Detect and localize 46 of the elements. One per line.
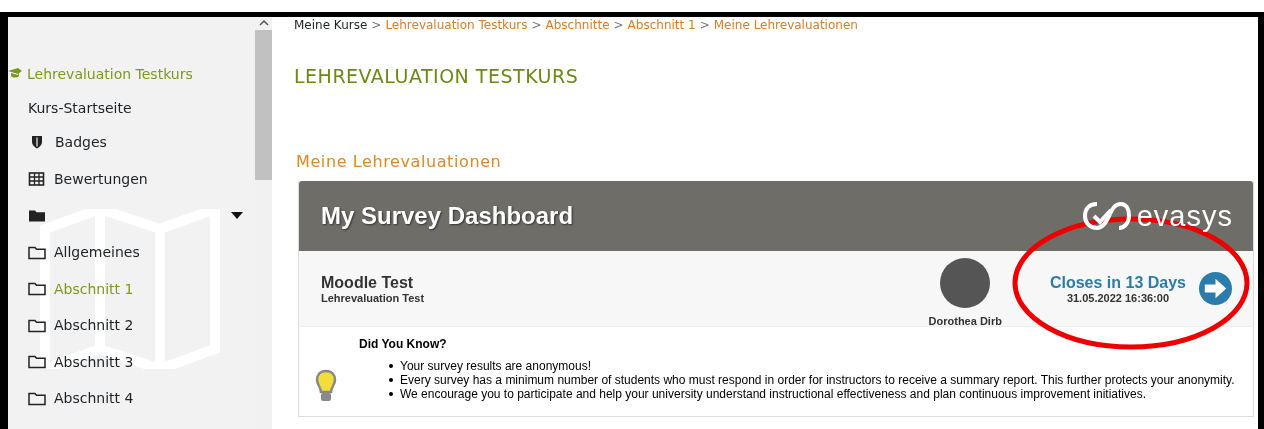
breadcrumb-separator: > bbox=[371, 18, 382, 32]
tip-title: Did You Know? bbox=[359, 337, 448, 351]
logo-text: evasys bbox=[1136, 199, 1233, 233]
shield-icon bbox=[31, 135, 43, 150]
arrow-right-icon[interactable] bbox=[1198, 271, 1233, 306]
scroll-up-icon[interactable] bbox=[258, 20, 269, 26]
dashboard-title: My Survey Dashboard bbox=[321, 202, 574, 230]
tip-text: Every survey has a minimum number of students who must respond in order for instructors to receive a summary report. This further protects your anonymity. bbox=[400, 373, 1235, 387]
course-title: Lehrevaluation Testkurs bbox=[27, 66, 193, 82]
sidebar-item[interactable]: Abschnitt 2 bbox=[8, 306, 255, 344]
bullet-icon bbox=[389, 364, 393, 368]
sidebar-item[interactable]: Abschnitt 3 bbox=[8, 343, 255, 381]
page-heading: LEHREVALUATION TESTKURS bbox=[294, 65, 580, 87]
avatar-placeholder bbox=[940, 258, 991, 308]
folder-icon bbox=[28, 390, 46, 406]
sidebar-item[interactable]: Allgemeines bbox=[8, 233, 255, 271]
sidebar-item[interactable]: Bewertungen bbox=[8, 160, 255, 198]
breadcrumb-separator: > bbox=[699, 18, 710, 32]
scrollbar[interactable] bbox=[255, 17, 272, 429]
breadcrumb-separator: > bbox=[531, 18, 542, 32]
check-loop-icon bbox=[1082, 201, 1131, 231]
folder-icon bbox=[28, 317, 46, 333]
breadcrumb-text: Meine Kurse bbox=[294, 18, 368, 32]
caret-icon[interactable] bbox=[231, 212, 243, 219]
bullet-icon bbox=[389, 392, 393, 396]
scrollbar-thumb[interactable] bbox=[255, 30, 272, 180]
folder-icon bbox=[28, 281, 46, 297]
lightbulb-icon bbox=[315, 369, 337, 403]
tip-text: Your survey results are anonymous! bbox=[400, 359, 591, 373]
bullet-icon bbox=[389, 378, 393, 382]
instructor-name: Dorothea Dirb bbox=[928, 315, 1002, 327]
section-title: Meine Lehrevaluationen bbox=[296, 152, 503, 171]
folder-icon bbox=[28, 244, 46, 260]
graduation-cap-icon bbox=[8, 68, 22, 80]
breadcrumb-separator: > bbox=[613, 18, 624, 32]
table-icon bbox=[28, 171, 45, 186]
sidebar-item[interactable]: Kurs-Startseite bbox=[8, 92, 255, 124]
folder-icon bbox=[28, 354, 46, 370]
tip-text: We encourage you to participate and help your university understand instructional effectiveness and plan continuous improvement initiatives. bbox=[400, 387, 1146, 401]
deadline-link[interactable]: Closes in 13 Days bbox=[1049, 273, 1186, 292]
survey-name: Lehrevaluation Test bbox=[321, 291, 426, 304]
sidebar-item[interactable]: Abschnitt 4 bbox=[8, 380, 255, 417]
folder-icon bbox=[28, 208, 46, 223]
course-name: Moodle Test bbox=[321, 273, 415, 292]
sidebar-item[interactable]: Badges bbox=[8, 124, 255, 161]
deadline-date: 31.05.2022 16:36:00 bbox=[1065, 291, 1171, 304]
